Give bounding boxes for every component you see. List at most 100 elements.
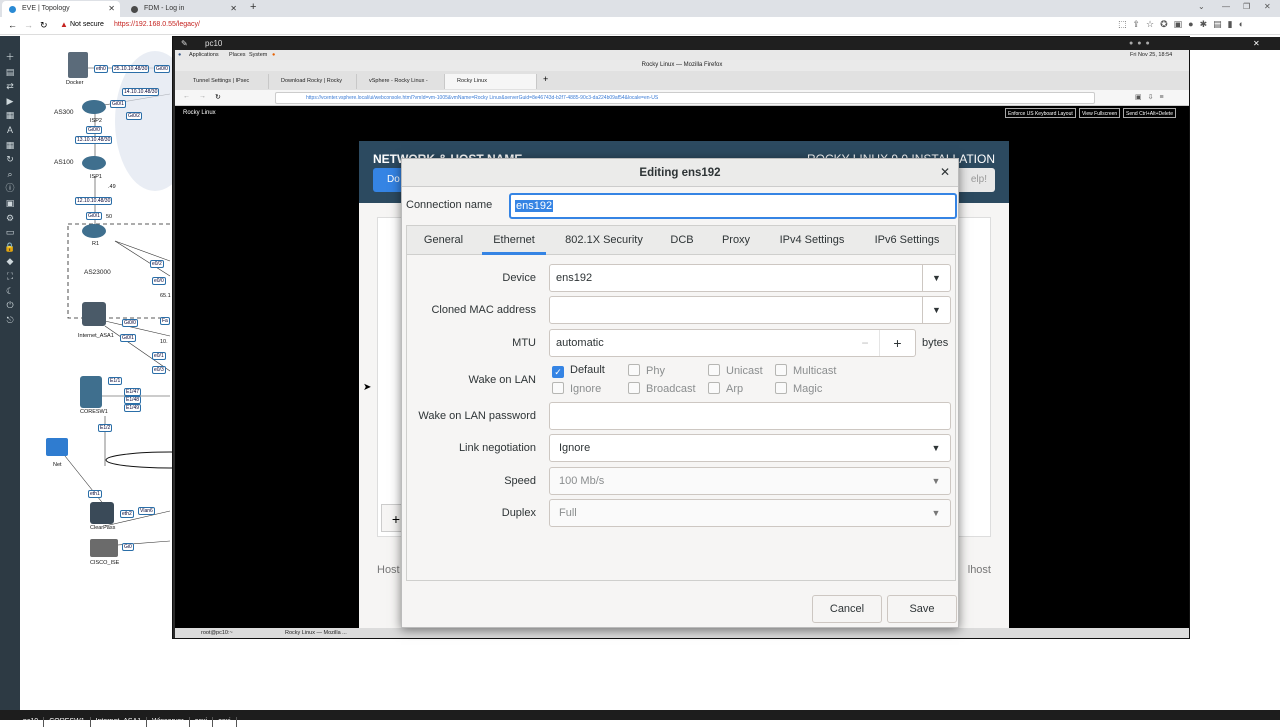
new-tab-button[interactable]: +: [250, 1, 256, 13]
taskbar-firefox[interactable]: Rocky Linux — Mozilla ...: [285, 628, 347, 638]
close-icon[interactable]: ✕: [108, 1, 115, 17]
cancel-button[interactable]: Cancel: [812, 595, 882, 623]
logout-icon[interactable]: ⎋: [0, 313, 20, 328]
firefox-icon[interactable]: ●: [272, 50, 275, 60]
forward-icon[interactable]: →: [24, 20, 33, 30]
enforce-keyboard-button[interactable]: Enforce US Keyboard Layout: [1005, 108, 1076, 118]
taskbar-tab[interactable]: esxi: [190, 717, 214, 727]
wol-magic-checkbox[interactable]: Magic: [775, 382, 822, 395]
fullscreen-icon[interactable]: ⛶: [0, 269, 20, 284]
tab-dcb[interactable]: DCB: [663, 226, 701, 255]
images-icon[interactable]: ▦: [0, 108, 20, 123]
firewall-icon[interactable]: [82, 302, 106, 326]
gnome-menu-applications[interactable]: Applications: [189, 50, 219, 60]
mtu-decrement-button[interactable]: −: [851, 330, 879, 356]
device-combo[interactable]: ens192 ▼: [549, 264, 951, 292]
mtu-spinner[interactable]: automatic − +: [549, 329, 916, 357]
close-icon[interactable]: ✕: [230, 1, 237, 17]
wol-arp-checkbox[interactable]: Arp: [708, 382, 743, 395]
minimize-icon[interactable]: —: [1222, 2, 1230, 11]
address-bar[interactable]: https://192.168.0.55/legacy/: [114, 21, 200, 28]
network-icon[interactable]: [46, 438, 68, 456]
wol-ignore-checkbox[interactable]: Ignore: [552, 382, 601, 395]
taskbar-terminal[interactable]: root@pc10:~: [201, 628, 233, 638]
grid-icon[interactable]: ▦: [0, 138, 20, 153]
tag-icon[interactable]: ◆: [0, 254, 20, 269]
close-icon[interactable]: ✕: [940, 165, 950, 179]
view-fullscreen-button[interactable]: View Fullscreen: [1079, 108, 1121, 118]
chevron-down-icon[interactable]: ▼: [922, 297, 950, 323]
link-negotiation-select[interactable]: Ignore ▼: [549, 434, 951, 462]
reload-icon[interactable]: ↻: [215, 93, 221, 101]
router-icon[interactable]: [82, 224, 106, 238]
refresh-icon[interactable]: ↻: [0, 152, 20, 167]
browser-tab-fdm[interactable]: FDM - Log in ✕: [124, 1, 242, 17]
pc10-titlebar[interactable]: ✎ pc10 ●●● ✕: [173, 37, 1280, 50]
startup-icon[interactable]: ▶: [0, 94, 20, 109]
router-icon[interactable]: [82, 156, 106, 170]
zoom-icon[interactable]: ⌕: [0, 167, 20, 182]
tab-general[interactable]: General: [411, 226, 476, 255]
connection-name-input[interactable]: ens192: [509, 193, 957, 219]
add-icon[interactable]: ＋: [0, 50, 20, 65]
switch-icon[interactable]: [80, 376, 102, 408]
taskbar-tab[interactable]: Winserver: [147, 717, 190, 727]
close-window-icon[interactable]: ✕: [1264, 2, 1271, 11]
taskbar-tab[interactable]: esxi: [213, 717, 237, 727]
new-tab-button[interactable]: +: [543, 74, 548, 84]
tab-8021x-security[interactable]: 802.1X Security: [557, 226, 651, 255]
ff-tab[interactable]: vSphere - Rocky Linux -: [357, 74, 445, 89]
power-icon[interactable]: ⏻: [0, 298, 20, 313]
firefox-address-bar[interactable]: https://vcenter.vsphere.local/ui/webcons…: [275, 92, 1095, 104]
tab-proxy[interactable]: Proxy: [713, 226, 759, 255]
mtu-increment-button[interactable]: +: [879, 330, 915, 356]
taskbar-tab[interactable]: pc10: [18, 717, 45, 727]
toolbar-icons[interactable]: ⬚⇪☆✪▣●✱▤▮◐: [1118, 19, 1250, 30]
gnome-menu-system[interactable]: System: [249, 50, 267, 60]
nodes-icon[interactable]: ▤: [0, 65, 20, 80]
wol-phy-checkbox[interactable]: Phy: [628, 364, 665, 377]
back-icon[interactable]: ←: [8, 20, 17, 30]
reload-icon[interactable]: ↻: [40, 20, 48, 31]
info-icon[interactable]: ⓘ: [0, 181, 20, 196]
cloned-mac-combo[interactable]: ▼: [549, 296, 951, 324]
browser-tab-eve[interactable]: EVE | Topology ✕: [2, 1, 120, 17]
send-ctrl-alt-del-button[interactable]: Send Ctrl+Alt+Delete: [1123, 108, 1176, 118]
ff-toolbar-icons[interactable]: ▣⇩≡: [1135, 93, 1170, 101]
ff-tab[interactable]: Rocky Linux: [445, 74, 537, 89]
edit-icon[interactable]: ✎: [181, 37, 188, 50]
close-icon[interactable]: ✕: [1253, 37, 1260, 50]
tab-ipv4-settings[interactable]: IPv4 Settings: [771, 226, 853, 255]
wol-unicast-checkbox[interactable]: Unicast: [708, 364, 763, 377]
forward-icon[interactable]: →: [199, 93, 206, 100]
lock-icon[interactable]: 🔒: [0, 240, 20, 255]
router-icon[interactable]: [82, 100, 106, 114]
lab-icon[interactable]: ▣: [0, 196, 20, 211]
ff-tab[interactable]: Tunnel Settings | IPsec: [181, 74, 269, 89]
tab-ipv6-settings[interactable]: IPv6 Settings: [865, 226, 949, 255]
chevron-down-icon[interactable]: ⌄: [1198, 2, 1205, 11]
taskbar-tab[interactable]: CORESW1: [44, 717, 91, 727]
moon-icon[interactable]: ☾: [0, 284, 20, 299]
taskbar-tab[interactable]: Internet_ASA1: [91, 717, 148, 727]
back-icon[interactable]: ←: [183, 93, 190, 100]
duplex-select[interactable]: Full ▼: [549, 499, 951, 527]
text-icon[interactable]: A: [0, 123, 20, 138]
networks-icon[interactable]: ⇄: [0, 79, 20, 94]
ff-tab[interactable]: Download Rocky | Rocky: [269, 74, 357, 89]
chat-icon[interactable]: ▭: [0, 225, 20, 240]
speed-select[interactable]: 100 Mb/s ▼: [549, 467, 951, 495]
server-icon[interactable]: [90, 502, 114, 524]
wol-password-input[interactable]: [549, 402, 951, 430]
restore-icon[interactable]: ❐: [1243, 2, 1250, 11]
gnome-menu-places[interactable]: Places: [229, 50, 246, 60]
save-button[interactable]: Save: [887, 595, 957, 623]
settings-icon[interactable]: ⚙: [0, 211, 20, 226]
chevron-down-icon[interactable]: ▼: [922, 265, 950, 291]
docker-node-icon[interactable]: [68, 52, 88, 78]
tab-ethernet[interactable]: Ethernet: [482, 226, 546, 255]
security-label[interactable]: Not secure: [70, 21, 104, 28]
window-controls[interactable]: ●●●: [1129, 37, 1154, 50]
server-icon[interactable]: [90, 539, 118, 557]
wol-broadcast-checkbox[interactable]: Broadcast: [628, 382, 696, 395]
